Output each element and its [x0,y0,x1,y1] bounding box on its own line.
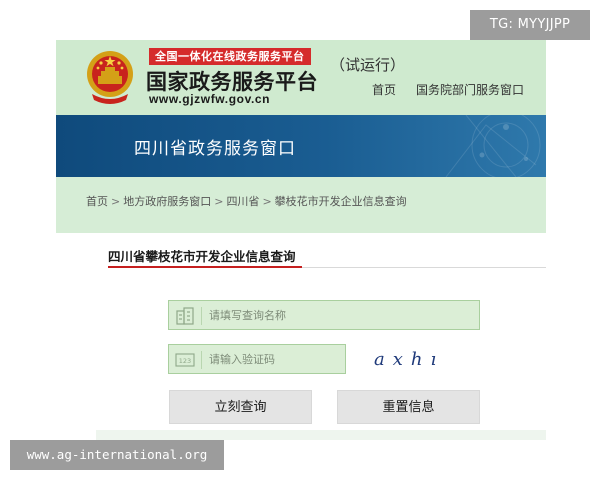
banner-title: 四川省政务服务窗口 [134,139,296,159]
watermark-bottom: www.ag-international.org [10,440,224,470]
field-separator [201,351,202,369]
watermark-top: TG: MYYJJPP [470,10,590,40]
captcha-input[interactable]: 123 请输入验证码 [168,344,346,374]
panel-bottom-edge [96,430,546,440]
keypad-icon: 123 [175,353,195,367]
banner-decoration [445,115,541,177]
title-underline [108,266,302,268]
breadcrumb-separator: > [214,195,224,208]
breadcrumb-separator: > [111,195,121,208]
breadcrumb-separator: > [262,195,272,208]
reset-button[interactable]: 重置信息 [337,390,480,424]
region-banner: 四川省政务服务窗口 [56,115,546,177]
breadcrumb-home[interactable]: 首页 [86,193,108,209]
page: 全国一体化在线政务服务平台 国家政务服务平台 www.gjzwfw.gov.cn… [56,40,546,440]
keypad-icon-label: 123 [179,357,191,365]
nav-home-link[interactable]: 首页 [372,81,396,98]
field-separator [201,307,202,325]
title-divider [302,267,546,268]
breadcrumb-current[interactable]: 攀枝花市开发企业信息查询 [275,193,407,209]
breadcrumb-local-gov[interactable]: 地方政府服务窗口 [123,193,211,209]
trial-run-label: （试运行） [330,56,406,74]
platform-slogan: 全国一体化在线政务服务平台 [149,48,311,65]
site-url: www.gjzwfw.gov.cn [149,92,271,106]
captcha-placeholder: 请输入验证码 [209,353,275,366]
captcha-image[interactable]: axhı [368,341,458,377]
query-name-placeholder: 请填写查询名称 [209,309,286,322]
query-panel: 四川省攀枝花市开发企业信息查询 请填写查询名称 123 请输入验证码 axhı … [96,233,546,440]
panel-title: 四川省攀枝花市开发企业信息查询 [108,249,296,264]
breadcrumb-area: 首页 > 地方政府服务窗口 > 四川省 > 攀枝花市开发企业信息查询 [56,177,546,233]
breadcrumb-province[interactable]: 四川省 [226,193,259,209]
national-emblem-icon [87,51,133,104]
nav-departments-link[interactable]: 国务院部门服务窗口 [416,81,524,98]
building-icon [176,307,194,325]
query-name-input[interactable]: 请填写查询名称 [168,300,480,330]
breadcrumb: 首页 > 地方政府服务窗口 > 四川省 > 攀枝花市开发企业信息查询 [86,193,407,209]
site-header: 全国一体化在线政务服务平台 国家政务服务平台 www.gjzwfw.gov.cn… [56,40,546,115]
captcha-text: axhı [374,349,444,370]
query-button[interactable]: 立刻查询 [169,390,312,424]
